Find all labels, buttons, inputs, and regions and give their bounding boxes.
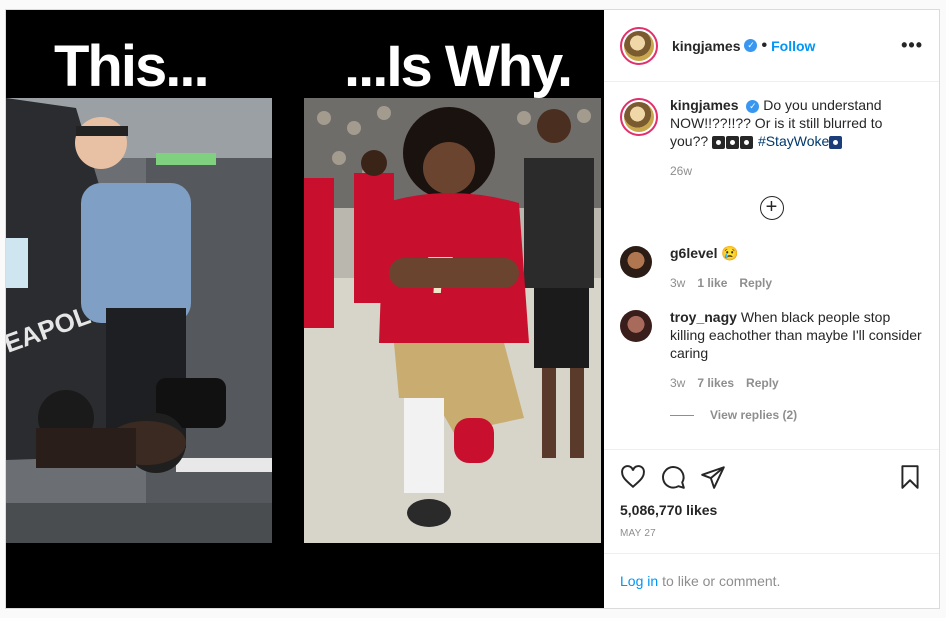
caption-meta: 26w <box>670 162 923 180</box>
post-header: kingjames ✓ • Follow ••• <box>604 10 939 82</box>
emoji-icon <box>726 135 740 149</box>
login-prompt: Log in to like or comment. <box>604 553 939 608</box>
comment-icon[interactable] <box>660 464 686 490</box>
verified-badge-icon: ✓ <box>746 99 760 113</box>
hashtag-link[interactable]: #StayWoke <box>758 133 829 149</box>
caption-username[interactable]: kingjames <box>670 97 738 113</box>
follow-button[interactable]: Follow <box>771 38 815 54</box>
comment-likes[interactable]: 1 like <box>697 274 727 292</box>
verified-badge-icon: ✓ <box>744 39 758 52</box>
photo-left-illustration: EAPOLIS <box>6 98 272 543</box>
login-suffix: to like or comment. <box>662 573 781 589</box>
bookmark-icon[interactable] <box>897 464 923 490</box>
caption-avatar[interactable] <box>620 98 658 136</box>
action-icons <box>620 458 923 496</box>
ellipsis-icon[interactable]: ••• <box>901 35 923 56</box>
view-replies-button[interactable]: View replies (2) <box>670 408 923 422</box>
comment-time[interactable]: 3w <box>670 374 685 392</box>
comment-username[interactable]: g6level <box>670 245 717 261</box>
comment-text: 😢 <box>721 245 739 261</box>
reply-button[interactable]: Reply <box>746 374 779 392</box>
comment-likes[interactable]: 7 likes <box>697 374 734 392</box>
heart-icon[interactable] <box>620 464 646 490</box>
login-link[interactable]: Log in <box>620 573 658 589</box>
comment-item: g6level 😢 3w 1 like Reply <box>620 244 923 292</box>
caption: kingjames ✓ Do you understand NOW!!??!!?… <box>620 96 923 180</box>
reply-button[interactable]: Reply <box>739 274 772 292</box>
comment-meta: 3w 1 like Reply <box>670 274 923 292</box>
instagram-post: This... ...Is Why. EAPOLIS kingjames ✓ •… <box>5 9 940 609</box>
load-more-comments: + <box>620 196 923 220</box>
commenter-avatar[interactable] <box>620 246 652 278</box>
photo-right: 7 <box>304 98 601 543</box>
comment-time[interactable]: 3w <box>670 274 685 292</box>
image-title-right: ...Is Why. <box>344 34 573 99</box>
photo-right-illustration: 7 <box>304 98 601 543</box>
comment-item: troy_nagy When black people stop killing… <box>620 308 923 392</box>
post-sidebar: kingjames ✓ • Follow ••• kingjames ✓ Do … <box>604 10 939 608</box>
caption-time[interactable]: 26w <box>670 162 692 180</box>
replies-divider <box>670 414 694 416</box>
share-icon[interactable] <box>700 464 726 490</box>
post-image[interactable]: This... ...Is Why. EAPOLIS <box>6 10 604 608</box>
plus-circle-icon[interactable]: + <box>759 196 784 220</box>
separator-dot: • <box>761 36 768 54</box>
author-username[interactable]: kingjames <box>672 38 740 54</box>
emoji-icon <box>740 135 754 149</box>
author-avatar[interactable] <box>620 26 658 65</box>
image-title-left: This... <box>54 34 210 99</box>
photo-left: EAPOLIS <box>6 98 272 543</box>
commenter-avatar[interactable] <box>620 310 652 342</box>
comment-meta: 3w 7 likes Reply <box>670 374 923 392</box>
emoji-icon <box>712 135 726 149</box>
comment-username[interactable]: troy_nagy <box>670 309 737 325</box>
view-replies-label: View replies (2) <box>710 408 798 422</box>
post-actions: 5,086,770 likes MAY 27 <box>604 449 939 553</box>
post-date[interactable]: MAY 27 <box>620 528 923 539</box>
likes-count[interactable]: 5,086,770 likes <box>620 502 923 518</box>
emoji-icon <box>829 135 843 149</box>
comments-list: kingjames ✓ Do you understand NOW!!??!!?… <box>604 82 939 449</box>
